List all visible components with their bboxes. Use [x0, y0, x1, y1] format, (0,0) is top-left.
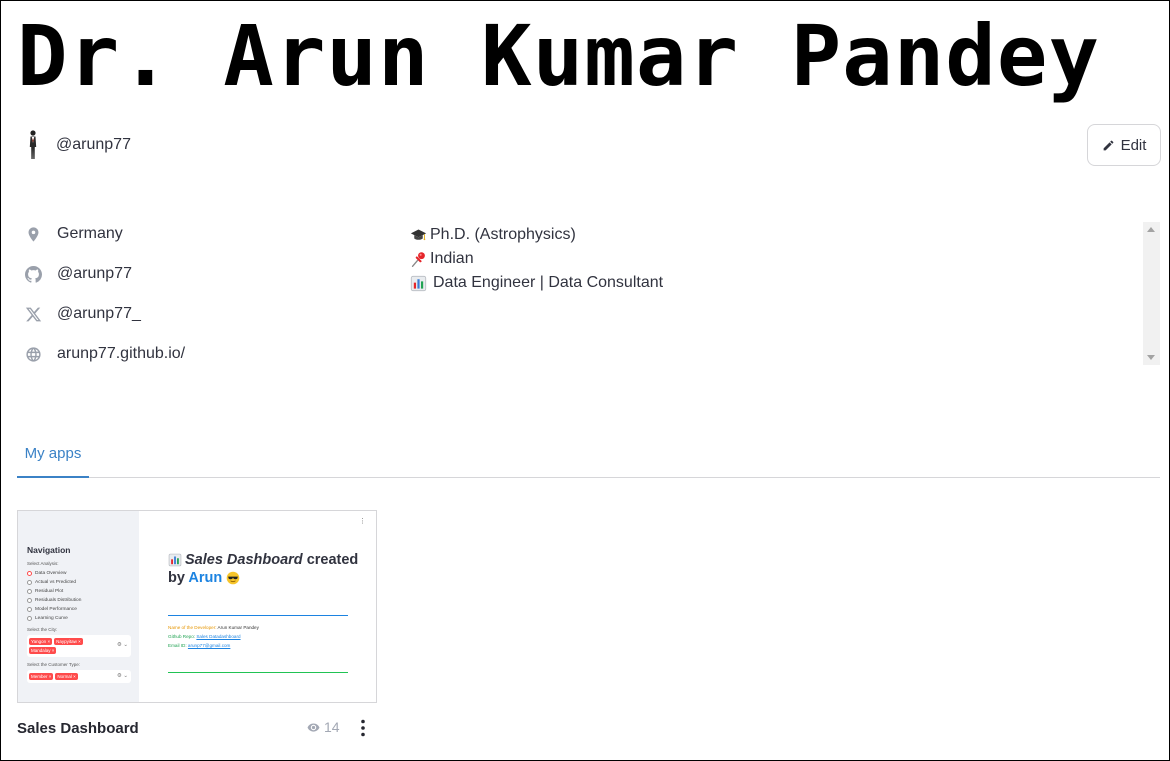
info-twitter[interactable]: @arunp77_ [24, 294, 185, 334]
tab-my-apps[interactable]: My apps [17, 430, 89, 478]
app-card[interactable]: Navigation Select Analysis: Data Overvie… [17, 510, 377, 737]
thumbnail-radio-option: Residual Plot [27, 587, 139, 596]
info-github[interactable]: @arunp77 [24, 254, 185, 294]
location-pin-icon [28, 226, 38, 242]
thumbnail-tag: Yangon × [29, 638, 53, 645]
eye-icon [307, 722, 320, 732]
thumbnail-divider [168, 615, 348, 616]
info-website[interactable]: arunp77.github.io/ [24, 334, 185, 374]
pencil-icon [1103, 140, 1113, 150]
thumbnail-radio-option: Actual vs Predicted [27, 578, 139, 587]
thumbnail-select-controls: ⚙ ⌄ [116, 642, 128, 648]
app-name[interactable]: Sales Dashboard [17, 720, 139, 737]
profile-bio: Ph.D. (Astrophysics) Indian Data Enginee… [410, 223, 663, 295]
username: @arunp77 [56, 136, 131, 153]
bar-chart-emoji [410, 275, 427, 292]
thumbnail-radio-option: Residuals Distribution [27, 596, 139, 605]
edit-label: Edit [1120, 136, 1147, 154]
user-row: @arunp77 [22, 128, 131, 162]
thumbnail-tag: Member × [29, 673, 54, 680]
thumbnail-tag: Mandalay × [29, 647, 57, 654]
profile-info-list: Germany @arunp77 @arunp77_ arunp77.githu… [24, 214, 185, 374]
app-more-menu-icon[interactable] [357, 718, 369, 738]
edit-profile-button[interactable]: Edit [1087, 124, 1161, 166]
thumbnail-customer-multiselect: Member × Normal × ⚙ ⌄ [27, 670, 131, 683]
thumbnail-tag: Normal × [55, 673, 78, 680]
info-location-text: Germany [57, 225, 123, 242]
bio-text: Data Engineer | Data Consultant [433, 274, 664, 291]
bio-line: Ph.D. (Astrophysics) [410, 223, 663, 247]
globe-icon [25, 346, 41, 362]
thumbnail-sidebar-title: Navigation [27, 545, 71, 555]
thumbnail-city-multiselect: Yangon × Naypyitaw × Mandalay × ⚙ ⌄ [27, 635, 131, 657]
info-scrollbar[interactable] [1143, 222, 1160, 365]
thumbnail-main: ⋮ Sales Dashboard created by Arun Name o… [139, 511, 376, 702]
app-view-count: 14 [307, 719, 340, 735]
profile-tabs: My apps [17, 430, 1160, 478]
app-thumbnail[interactable]: Navigation Select Analysis: Data Overvie… [17, 510, 377, 703]
bar-chart-emoji [168, 553, 182, 567]
avatar[interactable] [22, 129, 44, 161]
thumbnail-tag: Naypyitaw × [54, 638, 83, 645]
thumbnail-radio-option: Data Overview [27, 569, 139, 578]
pushpin-emoji [410, 251, 427, 268]
x-twitter-icon [25, 307, 41, 321]
thumbnail-title: Sales Dashboard created by Arun [168, 552, 359, 586]
thumbnail-analysis-label: Select Analysis: [27, 561, 59, 566]
bio-line: Data Engineer | Data Consultant [410, 271, 663, 295]
thumbnail-select-controls: ⚙ ⌄ [116, 672, 128, 679]
graduation-cap-emoji [410, 227, 427, 244]
profile-display-name: Dr. Arun Kumar Pandey [17, 7, 1101, 105]
thumbnail-divider [168, 672, 348, 673]
info-github-text[interactable]: @arunp77 [57, 265, 132, 283]
thumbnail-sidebar: Navigation Select Analysis: Data Overvie… [18, 511, 139, 702]
thumbnail-meta: Name of the Developer: Arun Kumar Pandey… [168, 625, 259, 648]
info-location: Germany [24, 214, 185, 254]
thumbnail-radio-option: Learning Curve [27, 614, 139, 623]
scroll-down-arrow-icon[interactable] [1147, 355, 1155, 360]
sunglasses-emoji [226, 571, 240, 585]
scroll-up-arrow-icon[interactable] [1147, 227, 1155, 232]
info-twitter-text[interactable]: @arunp77_ [57, 305, 141, 323]
view-count: 14 [324, 719, 340, 735]
info-website-text[interactable]: arunp77.github.io/ [57, 345, 185, 363]
bio-text: Indian [430, 250, 474, 267]
thumbnail-radio-option: Model Performance [27, 605, 139, 614]
thumbnail-customer-label: Select the Customer Type: [27, 662, 80, 667]
bio-line: Indian [410, 247, 663, 271]
bio-text: Ph.D. (Astrophysics) [430, 226, 576, 243]
thumbnail-city-label: Select the City: [27, 627, 58, 632]
thumbnail-menu-icon: ⋮ [359, 518, 366, 525]
github-icon [24, 265, 42, 283]
